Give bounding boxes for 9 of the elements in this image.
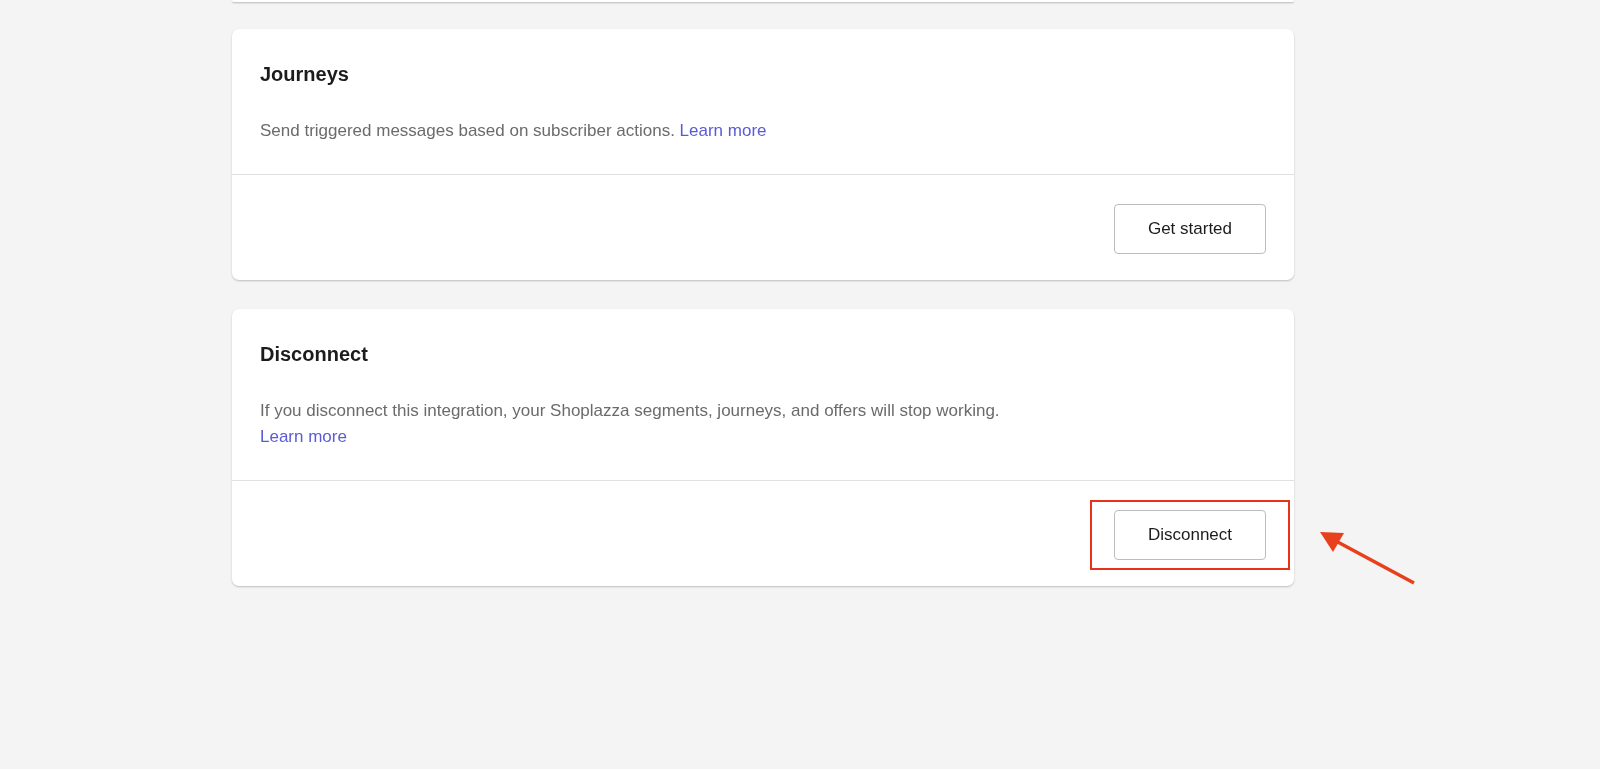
action-button[interactable]: Get started	[1114, 204, 1266, 254]
card-title: Disconnect	[260, 343, 369, 366]
card-description: If you disconnect this integration, your Shoplazza segments, journeys, and offers will stop working. Learn more	[260, 400, 1001, 448]
action-button[interactable]: Disconnect	[1114, 510, 1266, 560]
learn-more-link[interactable]: Learn more	[260, 427, 347, 446]
arrow-icon	[1320, 531, 1416, 585]
card-description: Send triggered messages based on subscriber actions. Learn more	[260, 120, 768, 142]
card-title: Journeys	[260, 63, 350, 86]
learn-more-link[interactable]: Learn more	[679, 121, 767, 140]
